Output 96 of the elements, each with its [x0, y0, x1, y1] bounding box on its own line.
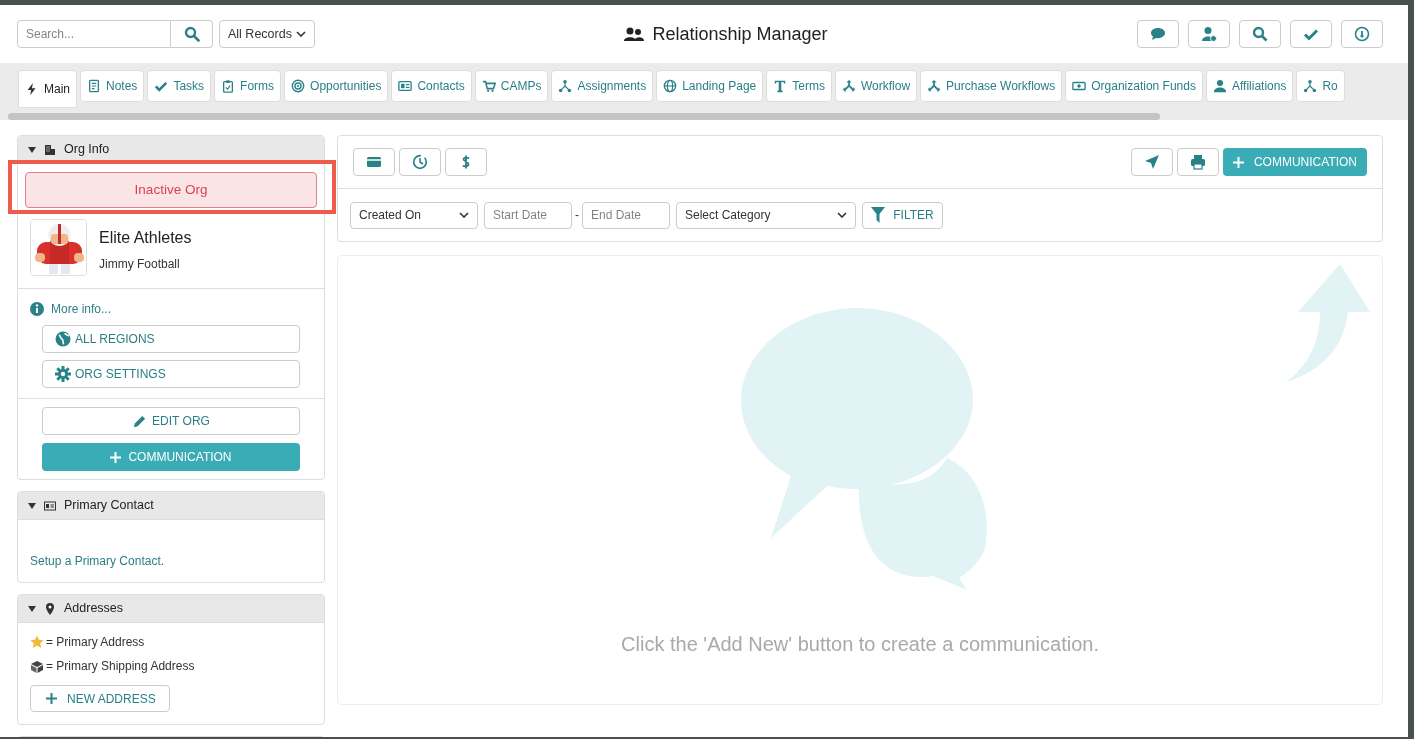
caret-icon [459, 212, 469, 218]
map-pin-icon [44, 602, 56, 615]
dollar-button[interactable] [445, 148, 487, 176]
search-icon [1252, 26, 1268, 42]
scrollbar[interactable] [8, 113, 1160, 120]
tab[interactable]: Opportunities [284, 70, 389, 102]
money-icon [1072, 79, 1087, 93]
tab[interactable]: Ro [1296, 70, 1345, 102]
history-icon [412, 154, 428, 170]
filter-button[interactable]: FILTER [862, 201, 943, 229]
region-button[interactable]: ORG SETTINGS [42, 360, 300, 388]
tab[interactable]: Contacts [391, 70, 472, 102]
panel-title: Addresses [64, 600, 124, 618]
tab[interactable]: CAMPs [474, 70, 549, 102]
legend-text: = Primary Address [46, 634, 145, 651]
panel-title: Org Info [64, 141, 110, 159]
target-icon [291, 79, 306, 93]
edit-org-button[interactable]: EDIT ORG [42, 407, 300, 435]
search-button[interactable] [1239, 20, 1281, 48]
tab[interactable]: Workflow [834, 70, 918, 102]
category-dropdown[interactable]: Select Category [676, 201, 856, 229]
setup-contact-link[interactable]: Setup a Primary Contact. [30, 554, 165, 568]
collapse-triangle-icon[interactable] [28, 145, 36, 154]
tab[interactable]: Tasks [147, 70, 212, 102]
boxes-icon [30, 659, 44, 673]
person-icon [1212, 79, 1227, 93]
globe-icon [663, 79, 678, 93]
building-icon [44, 143, 56, 156]
split-arrows-icon [927, 79, 942, 93]
printer-button[interactable] [1177, 148, 1219, 176]
panel-title: Primary Contact [64, 497, 154, 515]
history-button[interactable] [399, 148, 441, 176]
more-info-link[interactable]: More info... [51, 300, 112, 318]
region-button[interactable]: ALL REGIONS [42, 325, 300, 353]
legend-text: = Primary Shipping Address [46, 658, 195, 675]
nodes-icon [1303, 79, 1318, 93]
tab[interactable]: Main [18, 70, 77, 108]
info-icon [30, 302, 44, 316]
date-separator: - [575, 207, 579, 224]
letter-t-icon [773, 79, 788, 93]
chat-bubble-icon [1150, 26, 1166, 42]
nodes-icon [558, 79, 573, 93]
new-address-button[interactable]: NEW ADDRESS [30, 685, 170, 712]
page-title: Relationship Manager [652, 22, 828, 46]
caret-icon [296, 31, 306, 37]
tab[interactable]: Forms [214, 70, 282, 102]
caret-icon [837, 212, 847, 218]
search-field[interactable]: Search... [17, 20, 171, 48]
paper-plane-button[interactable] [1131, 148, 1173, 176]
tab[interactable]: Notes [80, 70, 145, 102]
contact-name: Jimmy Football [99, 256, 181, 273]
gauge-button[interactable] [1341, 20, 1383, 48]
clipboard-icon [221, 79, 236, 93]
search-icon [183, 26, 200, 42]
end-date-field[interactable]: End Date [582, 201, 670, 229]
tab[interactable]: Terms [766, 70, 832, 102]
globe-icon [55, 331, 71, 347]
org-name: Elite Athletes [99, 228, 192, 248]
id-card-icon [398, 79, 413, 93]
communication-button[interactable]: COMMUNICATION [1223, 148, 1367, 176]
credit-card-icon [366, 154, 382, 170]
star-icon [30, 635, 44, 649]
gear-icon [55, 366, 71, 382]
records-dropdown[interactable]: All Records [219, 20, 315, 48]
plus-icon [110, 451, 122, 463]
tab[interactable]: Organization Funds [1065, 70, 1203, 102]
tab[interactable]: Landing Page [656, 70, 764, 102]
tab[interactable]: Assignments [551, 70, 654, 102]
people-icon [624, 27, 645, 41]
credit-card-button[interactable] [353, 148, 395, 176]
add-user-button[interactable] [1188, 20, 1230, 48]
cart-icon [481, 79, 496, 93]
checkmark-button[interactable] [1290, 20, 1332, 48]
note-icon [87, 79, 101, 93]
gauge-icon [1354, 26, 1370, 42]
pencil-icon [132, 413, 148, 429]
chat-bubble-button[interactable] [1137, 20, 1179, 48]
plus-icon [1232, 156, 1244, 168]
start-date-field[interactable]: Start Date [484, 201, 572, 229]
split-arrows-icon [841, 79, 856, 93]
funnel-icon [871, 207, 886, 223]
plus-icon [46, 693, 57, 704]
printer-icon [1190, 154, 1206, 170]
add-user-icon [1201, 26, 1217, 42]
tab[interactable]: Affiliations [1205, 70, 1294, 102]
paper-plane-icon [1144, 154, 1160, 170]
status-banner: Inactive Org [25, 172, 317, 208]
checkmark-icon [154, 79, 169, 93]
collapse-triangle-icon[interactable] [28, 604, 36, 613]
date-field-dropdown[interactable]: Created On [350, 201, 478, 229]
tab[interactable]: Purchase Workflows [920, 70, 1063, 102]
collapse-triangle-icon[interactable] [28, 501, 36, 510]
id-card-icon [44, 499, 56, 512]
empty-message: Click the 'Add New' button to create a communication. [620, 632, 1100, 657]
search-button[interactable] [171, 20, 213, 48]
communication-button[interactable]: COMMUNICATION [42, 443, 300, 471]
